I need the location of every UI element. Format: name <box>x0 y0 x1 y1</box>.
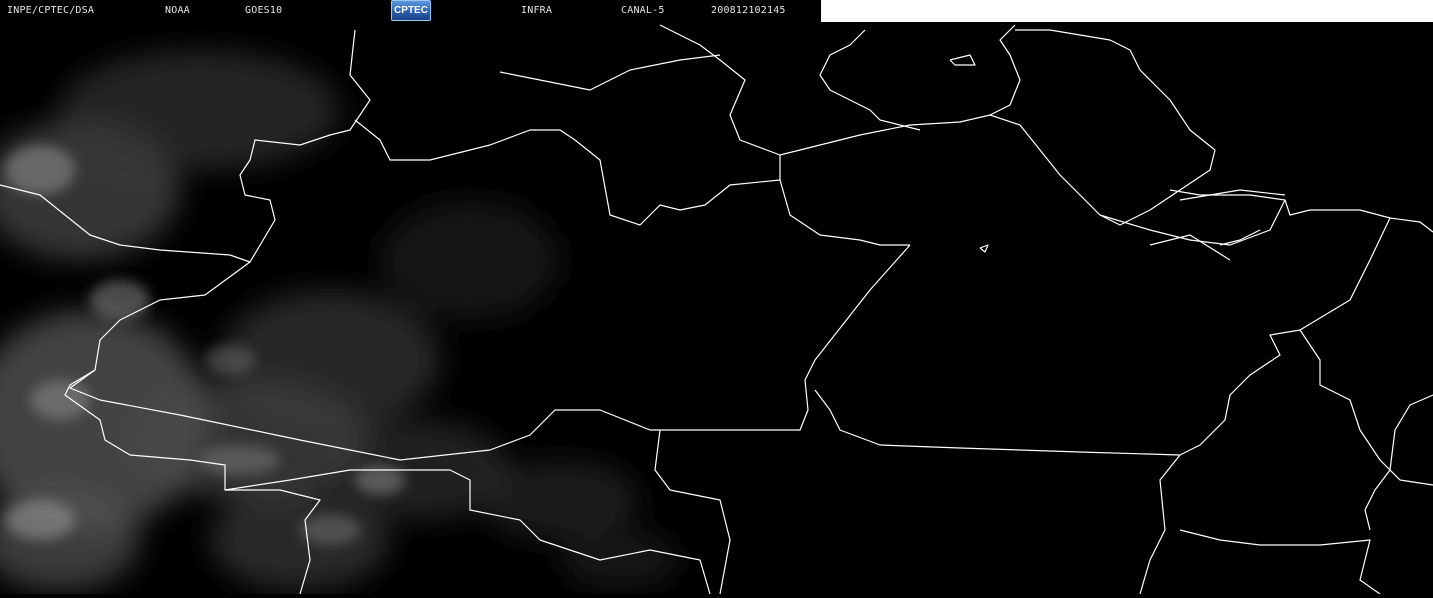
header-blank-area <box>821 0 1433 22</box>
satellite-image <box>0 0 1433 595</box>
cptec-logo: CPTEC <box>391 0 431 21</box>
channel-label: CANAL-5 <box>621 5 665 16</box>
satellite-label: GOES10 <box>245 5 283 16</box>
product-label: INFRA <box>521 5 553 16</box>
map-svg <box>0 24 1433 595</box>
logo-text: CPTEC <box>394 5 428 16</box>
institution-label: INPE/CPTEC/DSA <box>7 5 95 16</box>
image-header-bar: INPE/CPTEC/DSA NOAA GOES10 CPTEC INFRA C… <box>0 0 821 22</box>
timestamp-label: 200812102145 <box>711 5 786 16</box>
cloud-cover <box>0 50 680 590</box>
agency-label: NOAA <box>165 5 190 16</box>
